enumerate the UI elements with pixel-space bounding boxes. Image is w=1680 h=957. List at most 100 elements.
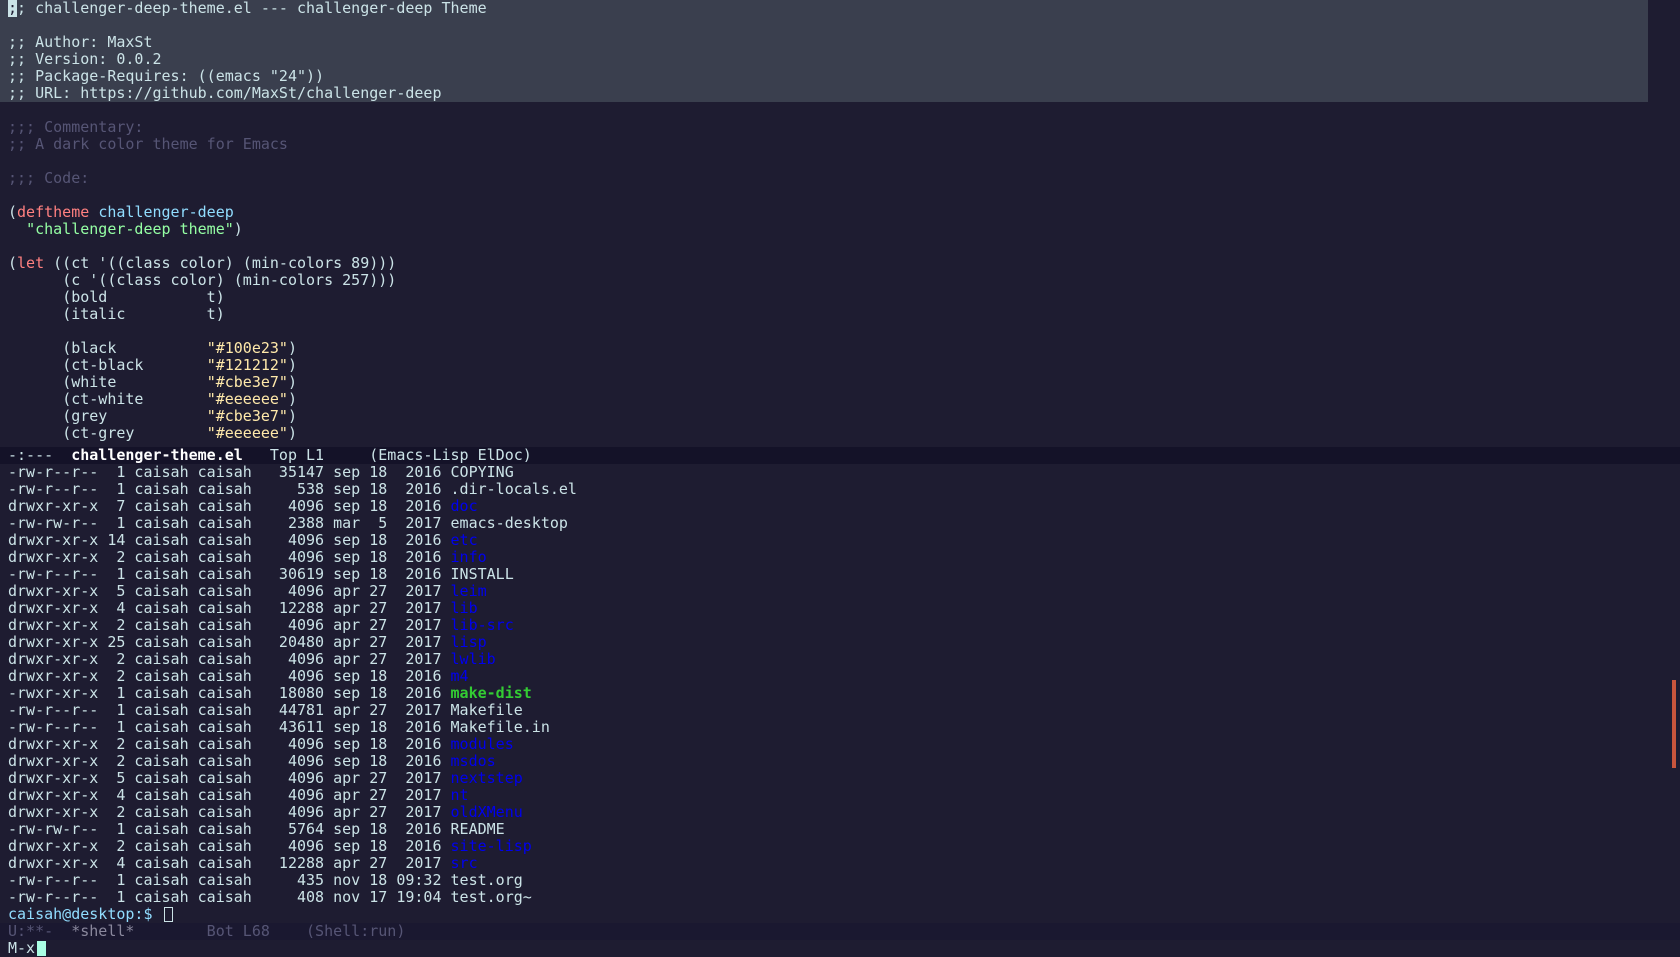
listing-attributes: -rw-rw-r-- 1 caisah caisah 5764 sep 18 2… [8,820,451,838]
color-binding-name: (ct-grey [62,424,207,442]
shell-cursor [163,907,173,922]
editor-window[interactable]: ;; challenger-deep-theme.el --- challeng… [0,0,1680,447]
minibuffer[interactable]: M-x [0,940,1680,957]
listing-file-name[interactable]: test.org~ [451,888,532,906]
listing-attributes: -rw-r--r-- 1 caisah caisah 538 sep 18 20… [8,480,451,498]
commentary-heading: ;;; Commentary: [8,118,144,136]
listing-row: -rw-r--r-- 1 caisah caisah 44781 apr 27 … [0,702,1680,719]
listing-row: drwxr-xr-x 4 caisah caisah 12288 apr 27 … [0,600,1680,617]
color-binding-value: "#121212" [206,356,288,374]
scroll-position-indicator[interactable] [1672,680,1676,768]
modeline-buffer-name[interactable]: *shell* [71,922,134,940]
modeline-major-mode[interactable]: (Shell:run) [306,922,405,940]
listing-file-name[interactable]: README [451,820,505,838]
header-line-1: ;; challenger-deep-theme.el --- challeng… [0,0,1648,17]
listing-attributes: drwxr-xr-x 4 caisah caisah 12288 apr 27 … [8,599,451,617]
listing-directory-name[interactable]: lisp [451,633,487,651]
color-binding-name: (white [62,373,207,391]
listing-directory-name[interactable]: doc [451,497,478,515]
shell-window[interactable]: -rw-r--r-- 1 caisah caisah 35147 sep 18 … [0,464,1680,924]
listing-attributes: -rw-r--r-- 1 caisah caisah 408 nov 17 19… [8,888,451,906]
listing-attributes: drwxr-xr-x 5 caisah caisah 4096 apr 27 2… [8,769,451,787]
listing-row: -rwxr-xr-x 1 caisah caisah 18080 sep 18 … [0,685,1680,702]
modeline-major-mode[interactable]: (Emacs-Lisp ElDoc) [369,446,532,464]
c-binding-line: (c '((class color) (min-colors 257))) [0,272,1680,289]
listing-file-name[interactable]: test.org [451,871,523,889]
listing-directory-name[interactable]: leim [451,582,487,600]
listing-attributes: -rwxr-xr-x 1 caisah caisah 18080 sep 18 … [8,684,451,702]
header-line-5: ;; Package-Requires: ((emacs "24")) [8,67,325,85]
listing-row: drwxr-xr-x 25 caisah caisah 20480 apr 27… [0,634,1680,651]
modeline-position: Bot L68 [134,922,307,940]
color-binding-name: (ct-white [62,390,207,408]
listing-attributes: drwxr-xr-x 2 caisah caisah 4096 apr 27 2… [8,803,451,821]
listing-directory-name[interactable]: oldXMenu [451,803,523,821]
listing-directory-name[interactable]: modules [451,735,514,753]
color-binding-value: "#eeeeee" [206,424,288,442]
directory-listing: -rw-r--r-- 1 caisah caisah 35147 sep 18 … [0,464,1680,906]
color-binding-value: "#eeeeee" [206,390,288,408]
listing-row: -rw-r--r-- 1 caisah caisah 435 nov 18 09… [0,872,1680,889]
listing-attributes: -rw-r--r-- 1 caisah caisah 44781 apr 27 … [8,701,451,719]
minibuffer-prompt: M-x [8,939,36,957]
listing-attributes: -rw-r--r-- 1 caisah caisah 435 nov 18 09… [8,871,451,889]
listing-attributes: drwxr-xr-x 2 caisah caisah 4096 sep 18 2… [8,752,451,770]
italic-binding-line: (italic t) [0,306,1680,323]
shell-mode-line[interactable]: U:**- *shell* Bot L68 (Shell:run) [0,923,1680,940]
theme-name: challenger-deep [98,203,234,221]
deftheme-line: (deftheme challenger-deep [8,203,234,221]
listing-attributes: drwxr-xr-x 7 caisah caisah 4096 sep 18 2… [8,497,451,515]
listing-file-name[interactable]: Makefile.in [451,718,550,736]
listing-row: -rw-r--r-- 1 caisah caisah 30619 sep 18 … [0,566,1680,583]
color-binding-line: (black "#100e23") [62,339,297,357]
listing-directory-name[interactable]: lib-src [451,616,514,634]
listing-attributes: drwxr-xr-x 2 caisah caisah 4096 sep 18 2… [8,837,451,855]
listing-row: drwxr-xr-x 2 caisah caisah 4096 apr 27 2… [0,617,1680,634]
listing-directory-name[interactable]: etc [451,531,478,549]
listing-row: drwxr-xr-x 5 caisah caisah 4096 apr 27 2… [0,583,1680,600]
listing-file-name[interactable]: COPYING [451,464,514,481]
code-heading: ;;; Code: [8,169,90,187]
color-binding-line: (grey "#cbe3e7") [62,407,297,425]
listing-directory-name[interactable]: lwlib [451,650,496,668]
listing-row: drwxr-xr-x 2 caisah caisah 4096 apr 27 2… [0,651,1680,668]
listing-directory-name[interactable]: nt [451,786,469,804]
listing-directory-name[interactable]: lib [451,599,478,617]
listing-directory-name[interactable]: msdos [451,752,496,770]
color-binding-name: (black [62,339,207,357]
file-header-region: ;; challenger-deep-theme.el --- challeng… [0,0,1648,102]
color-bindings: (black "#100e23") (ct-black "#121212") (… [0,340,1680,442]
color-binding-name: (ct-black [62,356,207,374]
ct-binding: ((ct '((class color) (min-colors 89))) [53,254,397,272]
listing-file-name[interactable]: .dir-locals.el [451,480,577,498]
let-line: (let ((ct '((class color) (min-colors 89… [8,254,397,272]
listing-directory-name[interactable]: m4 [451,667,469,685]
modeline-buffer-name[interactable]: challenger-theme.el [71,446,243,464]
listing-file-name[interactable]: INSTALL [451,565,514,583]
color-binding-value: "#100e23" [206,339,288,357]
minibuffer-cursor [37,941,47,956]
modeline-status: U:**- [8,922,72,940]
listing-directory-name[interactable]: site-lisp [451,837,532,855]
listing-row: drwxr-xr-x 7 caisah caisah 4096 sep 18 2… [0,498,1680,515]
listing-file-name[interactable]: emacs-desktop [451,514,568,532]
listing-directory-name[interactable]: nextstep [451,769,523,787]
let-keyword: let [17,254,45,272]
theme-docstring: "challenger-deep theme" [26,220,234,238]
listing-directory-name[interactable]: src [451,854,478,872]
listing-row: -rw-r--r-- 1 caisah caisah 408 nov 17 19… [0,889,1680,906]
listing-row: -rw-rw-r-- 1 caisah caisah 2388 mar 5 20… [0,515,1680,532]
color-binding-line: (ct-grey "#eeeeee") [62,424,297,442]
listing-attributes: -rw-r--r-- 1 caisah caisah 35147 sep 18 … [8,464,451,481]
listing-attributes: -rw-rw-r-- 1 caisah caisah 2388 mar 5 20… [8,514,451,532]
listing-file-name[interactable]: Makefile [451,701,523,719]
editor-mode-line[interactable]: -:--- challenger-theme.el Top L1 (Emacs-… [0,447,1680,464]
listing-file-name[interactable]: make-dist [451,684,532,702]
listing-row: drwxr-xr-x 2 caisah caisah 4096 sep 18 2… [0,668,1680,685]
listing-row: -rw-rw-r-- 1 caisah caisah 5764 sep 18 2… [0,821,1680,838]
listing-attributes: drwxr-xr-x 5 caisah caisah 4096 apr 27 2… [8,582,451,600]
listing-directory-name[interactable]: info [451,548,487,566]
color-binding-name: (grey [62,407,207,425]
shell-prompt-line[interactable]: caisah@desktop:$ [0,906,1680,923]
